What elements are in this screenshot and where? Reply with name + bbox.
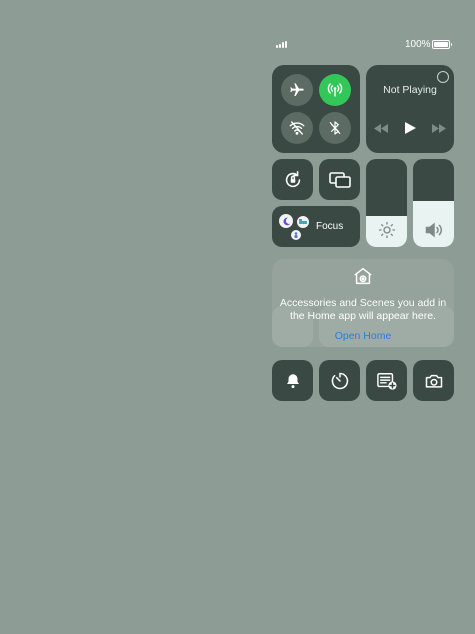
bed-icon [297,216,309,228]
airplay-icon[interactable] [437,71,449,83]
home-message: Accessories and Scenes you add in the Ho… [279,297,447,322]
rotation-lock-icon [285,170,300,187]
next-track-icon[interactable] [432,124,446,133]
volume-slider[interactable] [413,159,454,247]
home-icon [354,267,372,285]
focus-label: Focus [316,221,344,232]
timer-icon [331,372,348,389]
camera-icon [425,374,442,388]
previous-track-icon[interactable] [374,124,388,133]
brightness-slider[interactable] [366,159,407,247]
alarm-button[interactable] [272,360,313,401]
wifi-off-icon [289,121,305,135]
note-add-icon [376,372,397,390]
open-home-link[interactable]: Open Home [272,330,454,342]
control-center-screen: { "status_bar": { "battery_percent": "10… [0,0,475,634]
home-accessories-card: Accessories and Scenes you add in the Ho… [272,259,454,347]
sun-icon [378,221,395,239]
speaker-icon [425,222,442,238]
quick-note-button[interactable] [366,360,407,401]
bluetooth-off-icon [329,121,341,135]
airplane-mode-button[interactable] [281,74,313,106]
play-icon[interactable] [405,122,416,134]
camera-button[interactable] [413,360,454,401]
moon-icon [279,214,293,228]
person-icon [291,230,301,240]
screen-mirroring-button[interactable] [319,159,360,200]
now-playing-title: Not Playing [383,84,437,96]
bell-icon [286,373,299,388]
orientation-lock-button[interactable] [272,159,313,200]
antenna-icon [327,83,343,97]
cellular-signal-icon [276,41,287,48]
screen-mirroring-icon [328,171,351,188]
battery-icon [432,40,452,49]
wifi-button[interactable] [281,112,313,144]
cellular-data-button[interactable] [319,74,351,106]
bluetooth-button[interactable] [319,112,351,144]
battery-percent: 100% [405,39,431,50]
airplane-icon [290,83,304,96]
timer-button[interactable] [319,360,360,401]
